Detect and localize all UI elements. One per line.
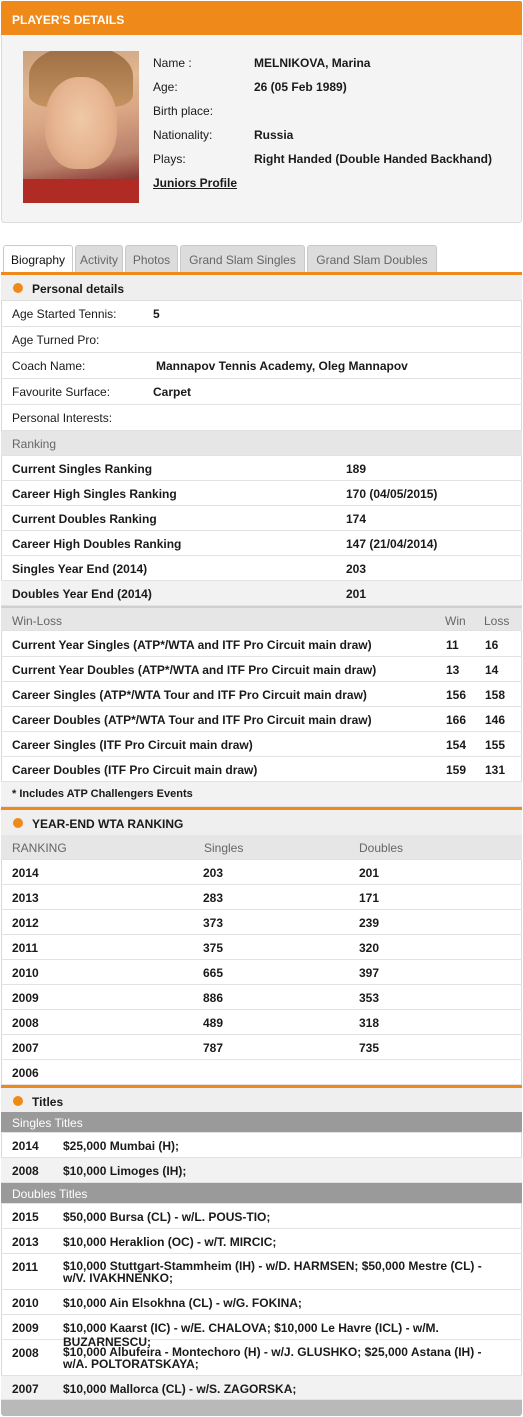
table-row: 2013 $10,000 Heraklion (OC) - w/T. MIRCIC… xyxy=(1,1229,522,1254)
table-row: Career High Singles Ranking 170 (04/05/20… xyxy=(1,481,522,506)
name-value: MELNIKOVA, Marina xyxy=(254,56,371,70)
section-title: Titles xyxy=(32,1095,64,1109)
birthplace-label: Birth place: xyxy=(153,104,214,118)
section-title: YEAR-END WTA RANKING xyxy=(32,817,184,831)
plays-label: Plays: xyxy=(153,152,186,166)
table-row: 2008 $10,000 Albufeira - Montechoro (H) -… xyxy=(1,1340,522,1376)
bullet-icon xyxy=(13,283,23,293)
bullet-icon xyxy=(13,818,23,828)
table-row: Current Doubles Ranking 174 xyxy=(1,506,522,531)
list-item: Coach Name: Mannapov Tennis Academy, Oleg… xyxy=(1,353,522,379)
list-item: Favourite Surface: Carpet xyxy=(1,379,522,405)
table-row: 2007 $10,000 Mallorca (CL) - w/S. ZAGORSK… xyxy=(1,1376,522,1400)
list-item: Age Turned Pro: xyxy=(1,327,522,353)
tab-grand-slam-doubles[interactable]: Grand Slam Doubles xyxy=(307,245,437,273)
age-label: Age: xyxy=(153,80,178,94)
table-row: 2015 $50,000 Bursa (CL) - w/L. POUS-TIO; xyxy=(1,1204,522,1229)
table-row: 2007 787 735 xyxy=(1,1035,522,1060)
juniors-profile-link[interactable]: Juniors Profile xyxy=(153,176,237,190)
table-row: Current Singles Ranking 189 xyxy=(1,456,522,481)
bullet-icon xyxy=(13,1096,23,1106)
player-photo xyxy=(23,51,139,203)
name-label: Name : xyxy=(153,56,192,70)
table-row: Career High Doubles Ranking 147 (21/04/20… xyxy=(1,531,522,556)
winloss-header: Win-Loss Win Loss xyxy=(1,606,522,631)
tab-grand-slam-singles[interactable]: Grand Slam Singles xyxy=(180,245,305,273)
panel-footer xyxy=(1,1400,522,1416)
table-row: 2014 203 201 xyxy=(1,860,522,885)
section-title: Personal details xyxy=(32,282,125,296)
table-row: 2011 $10,000 Stuttgart-Stammheim (IH) - w… xyxy=(1,1254,522,1290)
table-row: Doubles Year End (2014) 201 xyxy=(1,581,522,606)
table-row: 2013 283 171 xyxy=(1,885,522,910)
table-row: 2009 $10,000 Kaarst (IC) - w/E. CHALOVA; … xyxy=(1,1315,522,1349)
tab-biography[interactable]: Biography xyxy=(3,245,73,274)
personal-details-section: Personal details xyxy=(1,275,522,301)
table-row: 2008 489 318 xyxy=(1,1010,522,1035)
singles-titles-header: Singles Titles xyxy=(1,1112,522,1133)
table-row: 2008 $10,000 Limoges (IH); xyxy=(1,1158,522,1183)
table-row: 2009 886 353 xyxy=(1,985,522,1010)
list-item: Age Started Tennis: 5 xyxy=(1,301,522,327)
table-row: 2011 375 320 xyxy=(1,935,522,960)
age-value: 26 (05 Feb 1989) xyxy=(254,80,347,94)
tab-activity[interactable]: Activity xyxy=(75,245,123,273)
table-row: Career Singles (ATP*/WTA Tour and ITF Pr… xyxy=(1,682,522,707)
table-row: Current Year Doubles (ATP*/WTA and ITF P… xyxy=(1,657,522,682)
list-item: Personal Interests: xyxy=(1,405,522,431)
table-row: 2010 665 397 xyxy=(1,960,522,985)
player-card: Name : MELNIKOVA, Marina Age: 26 (05 Feb… xyxy=(1,35,522,223)
table-row: 2012 373 239 xyxy=(1,910,522,935)
footnote: * Includes ATP Challengers Events xyxy=(1,782,522,807)
table-row: Career Singles (ITF Pro Circuit main dra… xyxy=(1,732,522,757)
ranking-header: Ranking xyxy=(1,431,522,456)
table-row: Career Doubles (ITF Pro Circuit main dra… xyxy=(1,757,522,782)
table-row: 2014 $25,000 Mumbai (H); xyxy=(1,1133,522,1158)
table-row: Career Doubles (ATP*/WTA Tour and ITF Pr… xyxy=(1,707,522,732)
table-row: 2006 xyxy=(1,1060,522,1085)
table-row: Current Year Singles (ATP*/WTA and ITF P… xyxy=(1,632,522,657)
titles-section: Titles xyxy=(1,1088,522,1114)
nationality-value: Russia xyxy=(254,128,294,142)
players-details-header: PLAYER'S DETAILS xyxy=(1,1,522,35)
table-row: Singles Year End (2014) 203 xyxy=(1,556,522,581)
profile-tabs: Biography Activity Photos Grand Slam Sin… xyxy=(1,245,522,274)
tab-photos[interactable]: Photos xyxy=(125,245,178,273)
plays-value: Right Handed (Double Handed Backhand) xyxy=(254,152,493,166)
year-end-ranking-section: YEAR-END WTA RANKING xyxy=(1,810,522,836)
nationality-label: Nationality: xyxy=(153,128,213,142)
header-title: PLAYER'S DETAILS xyxy=(12,13,125,27)
year-end-header-row: RANKING Singles Doubles xyxy=(1,835,522,860)
table-row: 2010 $10,000 Ain Elsokhna (CL) - w/G. FOK… xyxy=(1,1290,522,1315)
doubles-titles-header: Doubles Titles xyxy=(1,1183,522,1204)
